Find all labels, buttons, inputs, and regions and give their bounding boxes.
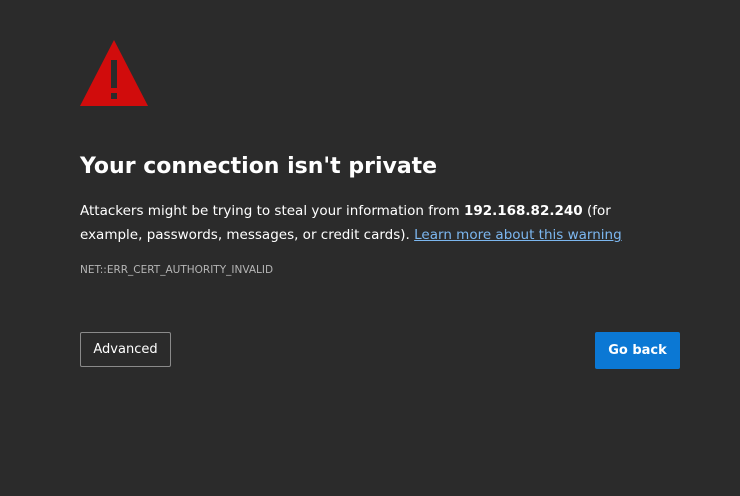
warning-triangle-icon [80,40,148,106]
learn-more-link[interactable]: Learn more about this warning [414,227,622,243]
advanced-button[interactable]: Advanced [80,332,171,367]
warning-message: Attackers might be trying to steal your … [80,199,660,247]
message-text: Attackers might be trying to steal your … [80,203,464,219]
page-title: Your connection isn't private [80,154,438,179]
host-address: 192.168.82.240 [463,203,583,219]
go-back-button[interactable]: Go back [595,332,680,369]
error-code: NET::ERR_CERT_AUTHORITY_INVALID [80,264,274,276]
